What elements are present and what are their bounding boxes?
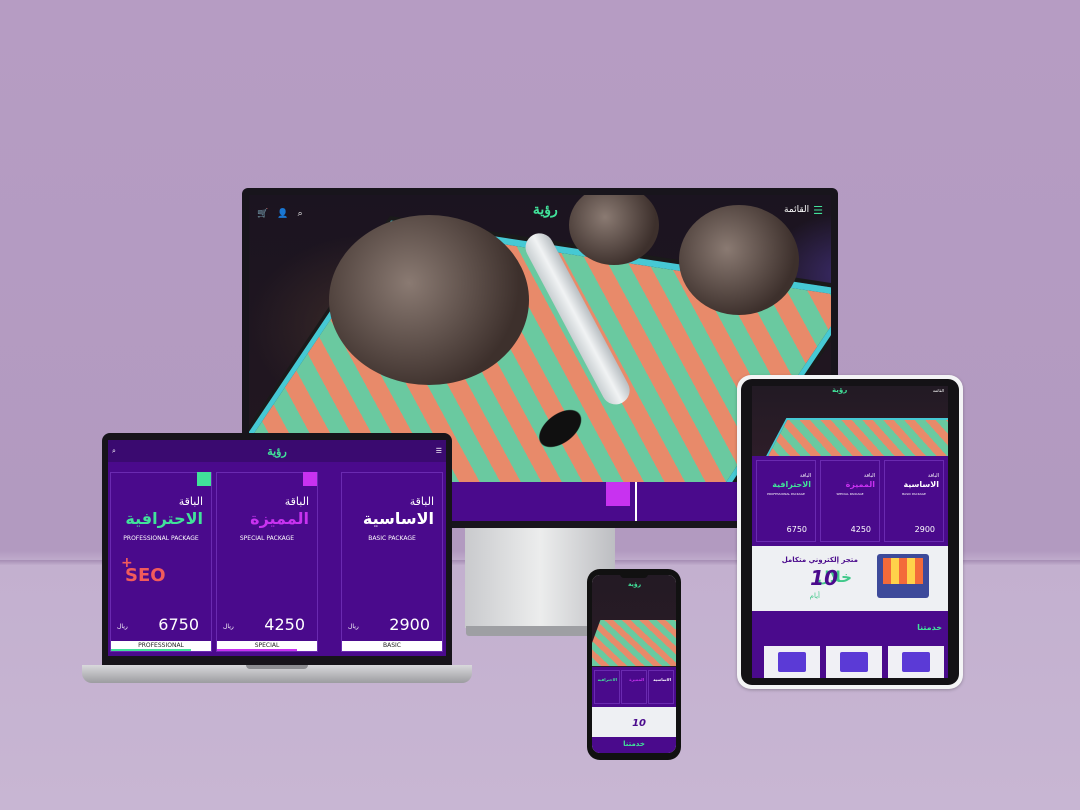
accent-bar	[217, 649, 297, 651]
currency: ريال	[348, 623, 359, 630]
services-section: خدمتنا	[752, 611, 948, 678]
menu-label[interactable]: القائمة	[933, 388, 944, 393]
laptop-notch	[246, 665, 308, 669]
nav-icons: 🛒 👤 ⌕	[257, 201, 307, 220]
package-price: 6750	[786, 525, 807, 534]
services-title: خدمتنا	[623, 740, 645, 748]
package-name: الاساسية	[362, 509, 434, 528]
package-card-special[interactable]: الباقة المميزة SPECIAL PACKAGE ريال 4250…	[216, 472, 318, 652]
promo-title: متجر إلكتروني متكامل	[781, 556, 858, 564]
service-thumb[interactable]	[888, 646, 944, 678]
package-prefix: الباقة	[799, 473, 811, 479]
package-card-professional[interactable]: الباقة الاحترافية PROFESSIONAL PACKAGE +…	[110, 472, 212, 652]
package-name: الاحترافية	[125, 509, 203, 528]
packages-section: الباقة الاحترافية PROFESSIONAL PACKAGE 6…	[752, 456, 948, 546]
phone-notch	[620, 573, 648, 578]
cart-icon[interactable]: 🛒	[257, 209, 268, 219]
package-card-basic[interactable]: الاساسية	[648, 670, 674, 704]
package-footer[interactable]: BASIC	[342, 641, 442, 651]
packages-section: الاحترافية المميزة الاساسية	[592, 667, 676, 707]
promo-banner: 10	[592, 707, 676, 737]
package-price: 2900	[389, 615, 430, 634]
package-name-en: PROFESSIONAL PACKAGE	[767, 492, 805, 496]
service-thumb[interactable]	[826, 646, 882, 678]
package-name-en: SPECIAL PACKAGE	[836, 492, 864, 496]
package-name-en: SPECIAL PACKAGE	[239, 535, 295, 542]
accent-bar	[111, 649, 191, 651]
package-card-basic[interactable]: الباقة الاساسية BASIC PACKAGE 2900	[884, 460, 944, 542]
service-thumb[interactable]	[764, 646, 820, 678]
package-name-en: PROFESSIONAL PACKAGE	[123, 535, 199, 542]
site-logo[interactable]: رؤية	[628, 581, 641, 588]
laptop-screen: ⌕ رؤية ☰ الباقة الاحترافية PROFESSIONAL …	[108, 440, 446, 656]
search-icon[interactable]: ⌕	[298, 209, 303, 219]
hand	[329, 215, 529, 385]
promo-days: أيام	[809, 592, 820, 600]
promo-banner: متجر إلكتروني متكامل خلال 10 أيام	[752, 546, 948, 611]
search-icon[interactable]: ⌕	[112, 447, 116, 456]
hero-image: القائمة رؤية	[752, 386, 948, 456]
package-card-special[interactable]: المميزة	[621, 670, 647, 704]
promo-number: 10	[632, 718, 646, 729]
site-logo[interactable]: رؤية	[267, 445, 287, 458]
drawing-tablet-art	[592, 620, 676, 666]
package-prefix: الباقة	[178, 495, 203, 508]
package-price: 2900	[914, 525, 935, 534]
top-nav: 🛒 👤 ⌕ رؤية القائمة ☰	[249, 195, 831, 225]
tablet-screen: القائمة رؤية الباقة الاحترافية PROFESSIO…	[752, 386, 948, 678]
card-tag	[197, 472, 211, 486]
package-name: الاحترافية	[772, 480, 811, 489]
drawing-tablet-art	[757, 418, 948, 456]
package-name-en: BASIC PACKAGE	[902, 492, 926, 496]
package-name: المميزة	[845, 480, 875, 489]
package-name-en: BASIC PACKAGE	[368, 535, 416, 542]
package-prefix: الباقة	[409, 495, 434, 508]
currency: ريال	[223, 623, 234, 630]
storefront-icon	[877, 554, 929, 598]
phone-screen: رؤية الاحترافية المميزة الاساسية 10 خدمت…	[592, 575, 676, 753]
package-prefix: الباقة	[863, 473, 875, 479]
package-name: المميزة	[250, 509, 309, 528]
menu-icon: ☰	[813, 203, 823, 217]
seo-badge: + SEO	[121, 555, 166, 586]
services-section: خدمتنا	[592, 737, 676, 753]
services-title: خدمتنا	[917, 623, 942, 632]
menu-icon[interactable]: ☰	[436, 447, 442, 455]
package-name: الاساسية	[903, 480, 939, 489]
site-logo[interactable]: رؤية	[533, 202, 558, 218]
package-price: 4250	[264, 615, 305, 634]
package-card-professional[interactable]: الباقة الاحترافية PROFESSIONAL PACKAGE 6…	[756, 460, 816, 542]
currency: ريال	[117, 623, 128, 630]
package-prefix: الباقة	[927, 473, 939, 479]
package-price: 6750	[158, 615, 199, 634]
hero-image: رؤية	[592, 575, 676, 667]
top-nav: ⌕ رؤية ☰	[108, 440, 446, 462]
menu-button[interactable]: القائمة ☰	[784, 204, 823, 217]
package-card-special[interactable]: الباقة المميزة SPECIAL PACKAGE 4250	[820, 460, 880, 542]
divider	[635, 482, 637, 521]
package-card-basic[interactable]: الباقة الاساسية BASIC PACKAGE ريال 2900 …	[341, 472, 443, 652]
menu-label: القائمة	[784, 205, 810, 215]
package-prefix: الباقة	[284, 495, 309, 508]
user-icon[interactable]: 👤	[277, 209, 288, 219]
package-card-professional[interactable]: الاحترافية	[594, 670, 620, 704]
card-tag	[303, 472, 317, 486]
promo-number: 10	[810, 566, 838, 590]
decor-square	[606, 482, 630, 506]
site-logo[interactable]: رؤية	[832, 386, 847, 394]
package-price: 4250	[850, 525, 871, 534]
